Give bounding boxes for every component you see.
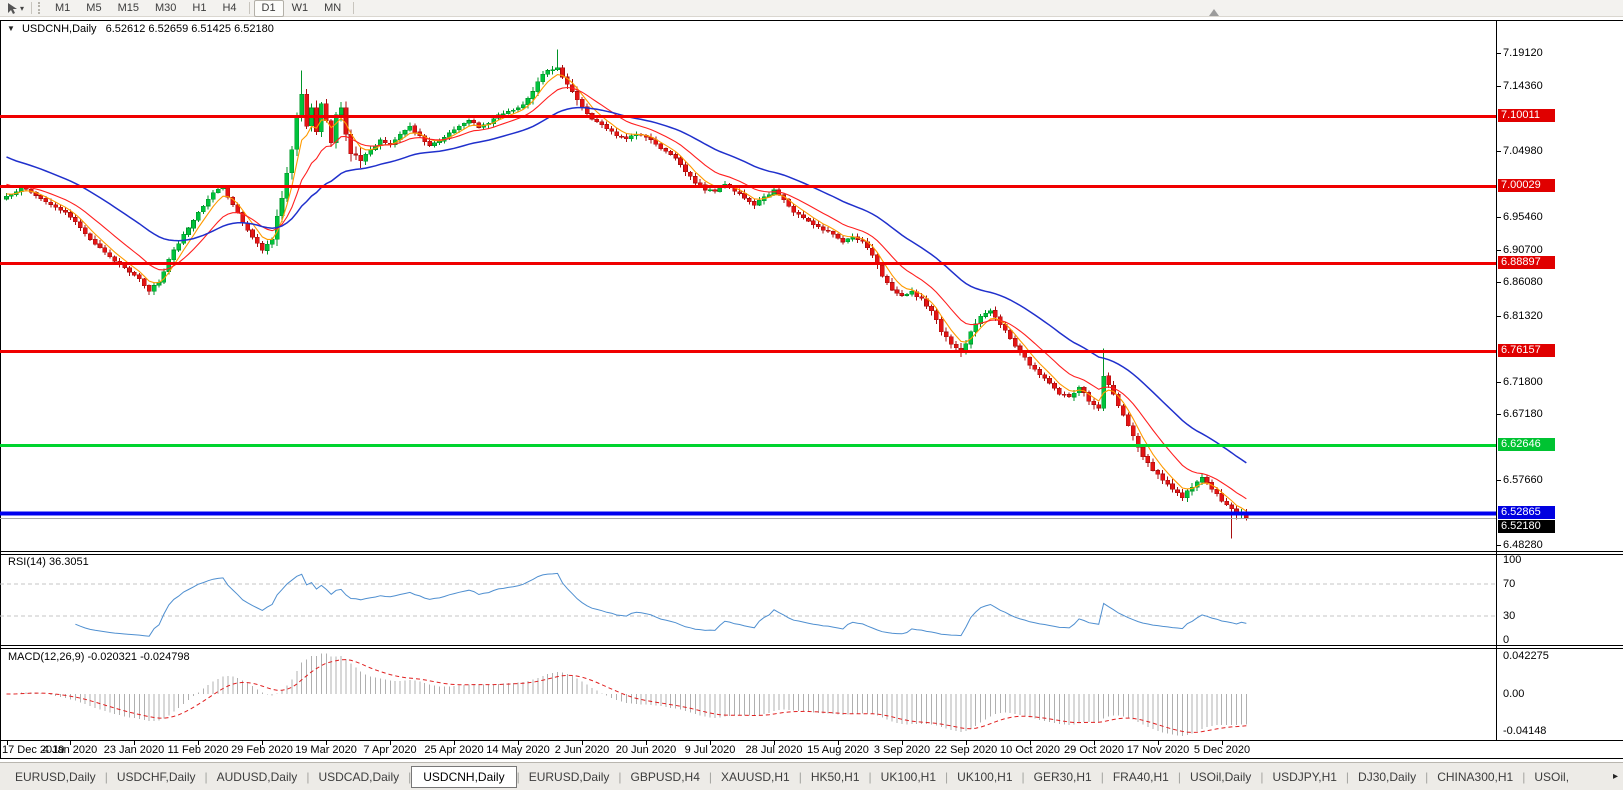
price-level-label-7.10011: 7.10011 — [1498, 109, 1555, 122]
chart-tab-eurusd-daily[interactable]: EURUSD,Daily — [520, 768, 619, 786]
legend-collapse-icon[interactable]: ▼ — [7, 24, 15, 33]
price-chart-canvas[interactable] — [0, 0, 1623, 760]
rsi-axis-label: 30 — [1503, 610, 1516, 622]
date-axis-label: 17 Nov 2020 — [1126, 744, 1190, 756]
macd-axis-label: 0.00 — [1503, 688, 1525, 700]
price-axis-tick-label: 6.71800 — [1503, 376, 1543, 388]
scroll-marker-icon — [1209, 9, 1219, 16]
price-axis-tick-label: 6.48280 — [1503, 539, 1543, 551]
date-axis-label: 28 Jul 2020 — [745, 744, 803, 756]
price-level-label-6.62646: 6.62646 — [1498, 438, 1555, 451]
date-axis-label: 11 Feb 2020 — [167, 744, 229, 756]
chart-tab-xauusd-h1[interactable]: XAUUSD,H1 — [712, 768, 799, 786]
legend-ohlc: 6.52612 6.52659 6.51425 6.52180 — [105, 23, 274, 35]
chart-tab-bar: EURUSD,Daily | USDCHF,Daily | AUDUSD,Daily | U… — [0, 762, 1623, 790]
date-axis-label: 10 Oct 2020 — [1000, 744, 1060, 756]
chart-tab-usdcad-daily[interactable]: USDCAD,Daily — [309, 768, 408, 786]
date-axis-label: 5 Dec 2020 — [1193, 744, 1251, 756]
chart-tab-uk100-h1[interactable]: UK100,H1 — [872, 768, 945, 786]
candlestick-series — [4, 49, 1249, 539]
price-level-label-6.88897: 6.88897 — [1498, 256, 1555, 269]
price-axis-tick-label: 6.81320 — [1503, 310, 1543, 322]
date-axis-label: 22 Sep 2020 — [934, 744, 998, 756]
date-axis-label: 7 Apr 2020 — [363, 744, 417, 756]
date-axis-label: 23 Jan 2020 — [103, 744, 165, 756]
chart-tab-usoil-daily[interactable]: USOil,Daily — [1181, 768, 1260, 786]
price-axis-tick-label: 6.67180 — [1503, 408, 1543, 420]
ma-medium-line — [6, 86, 1247, 500]
date-axis-label: 20 Jun 2020 — [615, 744, 677, 756]
date-axis-label: 9 Jul 2020 — [684, 744, 736, 756]
price-level-label-6.76157: 6.76157 — [1498, 344, 1555, 357]
price-axis-tick-label: 7.19120 — [1503, 47, 1543, 59]
price-level-label-6.52865: 6.52865 — [1498, 506, 1555, 519]
rsi-panel — [0, 572, 1496, 637]
chart-frame — [0, 20, 1623, 759]
chart-tabs: EURUSD,Daily | USDCHF,Daily | AUDUSD,Daily | U… — [6, 765, 1578, 788]
price-level-label-7.00029: 7.00029 — [1498, 179, 1555, 192]
rsi-axis-label: 70 — [1503, 578, 1516, 590]
chart-tab-china300-h1[interactable]: CHINA300,H1 — [1428, 768, 1522, 786]
chart-tab-audusd-daily[interactable]: AUDUSD,Daily — [208, 768, 307, 786]
chart-tab-usdjpy-h1[interactable]: USDJPY,H1 — [1263, 768, 1345, 786]
axis-ticks — [7, 53, 1501, 745]
ma-slow-line — [6, 106, 1247, 464]
rsi-indicator-label: RSI(14) 36.3051 — [8, 556, 89, 568]
price-axis-tick-label: 6.95460 — [1503, 211, 1543, 223]
chart-tab-gbpusd-h4[interactable]: GBPUSD,H4 — [622, 768, 709, 786]
macd-histogram — [10, 653, 1247, 736]
date-axis-label: 19 Mar 2020 — [295, 744, 357, 756]
chart-tab-usoil-[interactable]: USOil, — [1525, 768, 1578, 786]
date-axis-label: 14 May 2020 — [486, 744, 550, 756]
legend-symbol: USDCNH,Daily — [21, 23, 97, 35]
price-axis-tick-label: 7.14360 — [1503, 80, 1543, 92]
rsi-line — [75, 572, 1247, 637]
tab-scroll-right-icon[interactable]: ▸ — [1608, 771, 1623, 782]
date-axis-label: 29 Feb 2020 — [231, 744, 293, 756]
chart-tab-usdcnh-daily[interactable]: USDCNH,Daily — [411, 765, 517, 788]
date-axis-label: 25 Apr 2020 — [424, 744, 484, 756]
price-axis-tick-label: 6.90700 — [1503, 244, 1543, 256]
rsi-axis-label: 100 — [1503, 554, 1522, 566]
date-axis-label: 3 Sep 2020 — [873, 744, 931, 756]
chart-tab-fra40-h1[interactable]: FRA40,H1 — [1104, 768, 1178, 786]
rsi-axis-label: 0 — [1503, 634, 1510, 646]
date-axis-label: 4 Jan 2020 — [42, 744, 98, 756]
chart-tab-uk100-h1[interactable]: UK100,H1 — [948, 768, 1021, 786]
price-axis-tick-label: 6.86080 — [1503, 276, 1543, 288]
chart-tab-dj30-daily[interactable]: DJ30,Daily — [1349, 768, 1425, 786]
price-levels — [0, 115, 1496, 519]
current-price-label: 6.52180 — [1498, 520, 1555, 533]
chart-tab-hk50-h1[interactable]: HK50,H1 — [802, 768, 869, 786]
date-axis-label: 15 Aug 2020 — [807, 744, 869, 756]
macd-panel — [6, 653, 1247, 736]
price-axis-tick-label: 7.04980 — [1503, 145, 1543, 157]
price-axis-tick-label: 6.57660 — [1503, 474, 1543, 486]
macd-axis-label: 0.042275 — [1503, 650, 1549, 662]
date-axis-label: 2 Jun 2020 — [554, 744, 610, 756]
chart-tab-usdchf-daily[interactable]: USDCHF,Daily — [108, 768, 205, 786]
date-axis-label: 29 Oct 2020 — [1064, 744, 1124, 756]
macd-indicator-label: MACD(12,26,9) -0.020321 -0.024798 — [8, 651, 190, 663]
chart-tab-ger30-h1[interactable]: GER30,H1 — [1025, 768, 1101, 786]
chart-legend: ▼ USDCNH,Daily 6.52612 6.52659 6.51425 6… — [7, 23, 274, 35]
chart-tab-eurusd-daily[interactable]: EURUSD,Daily — [6, 768, 105, 786]
macd-axis-label: -0.04148 — [1503, 725, 1547, 737]
